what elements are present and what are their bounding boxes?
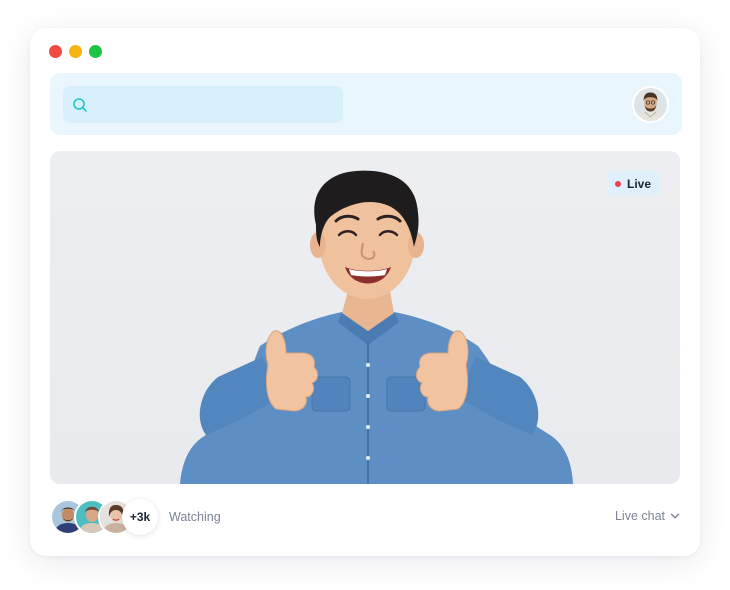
live-chat-label: Live chat xyxy=(614,509,665,523)
live-chat-toggle[interactable]: Live chat xyxy=(615,509,680,523)
live-label: Live xyxy=(626,176,651,191)
viewer-count-badge: +3k xyxy=(122,499,158,535)
window-controls xyxy=(49,45,102,58)
minimize-window-button[interactable] xyxy=(69,45,82,58)
watching-label: Watching xyxy=(169,510,221,524)
app-window: Live +3k Watching Live chat xyxy=(30,28,700,556)
search-box[interactable] xyxy=(63,86,343,123)
close-window-button[interactable] xyxy=(49,45,62,58)
live-badge: Live xyxy=(606,171,660,196)
top-bar xyxy=(50,73,682,135)
viewer-avatars[interactable]: +3k xyxy=(50,498,160,536)
stream-footer: +3k Watching Live chat xyxy=(50,498,682,536)
streamer-video-frame xyxy=(180,170,573,484)
maximize-window-button[interactable] xyxy=(89,45,102,58)
search-icon xyxy=(73,98,87,112)
search-input[interactable] xyxy=(97,86,337,123)
live-video-stream[interactable]: Live xyxy=(50,151,680,484)
user-avatar[interactable] xyxy=(632,86,669,123)
chevron-down-icon xyxy=(670,513,680,519)
live-indicator-dot xyxy=(614,180,621,187)
